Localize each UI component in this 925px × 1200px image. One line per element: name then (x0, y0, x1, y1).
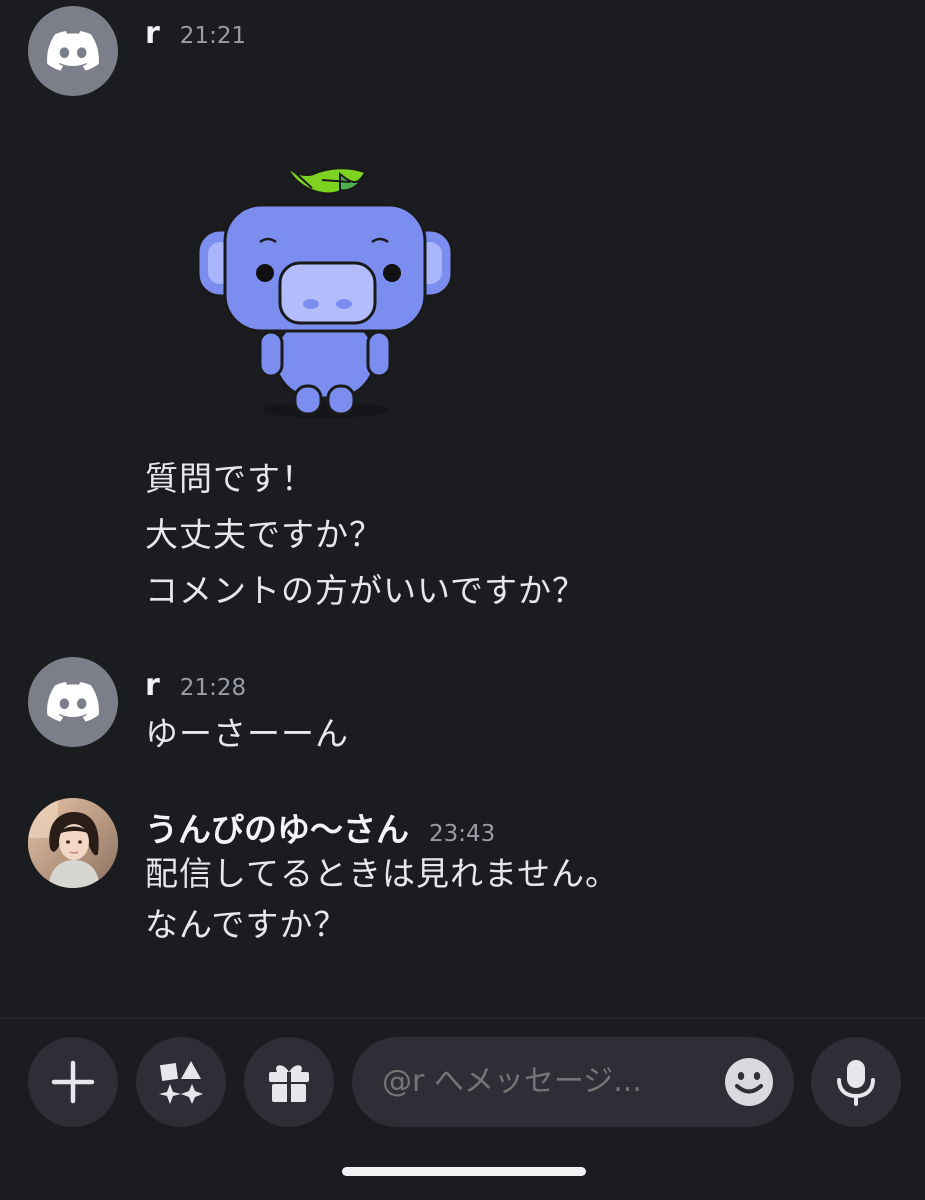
emoji-icon[interactable] (724, 1057, 774, 1107)
message-composer[interactable] (352, 1037, 794, 1127)
username[interactable]: r (145, 16, 160, 51)
avatar[interactable] (28, 657, 118, 747)
message-header: r 21:28 (145, 668, 246, 703)
message-header: r 21:21 (145, 16, 246, 51)
leaf-icon (283, 161, 369, 196)
message-text: 大丈夫ですか？ (145, 515, 383, 554)
timestamp: 21:21 (179, 23, 247, 49)
user-photo-avatar (28, 798, 118, 888)
apps-button[interactable] (136, 1037, 226, 1127)
home-indicator[interactable] (342, 1167, 586, 1176)
username[interactable]: r (145, 668, 160, 703)
discord-logo-icon (47, 682, 99, 722)
message-header: うんぴのゆ〜さん 23:43 (145, 803, 495, 851)
gift-button[interactable] (244, 1037, 334, 1127)
timestamp: 23:43 (429, 821, 496, 847)
username[interactable]: うんぴのゆ〜さん (145, 803, 409, 851)
message-text: ゆーさーーん (145, 714, 349, 753)
message-input[interactable] (382, 1037, 712, 1127)
message-group: r 21:21 質問です！ 大丈夫ですか？ コメントの方がいいですか？ (0, 0, 925, 620)
composer-divider (0, 1018, 925, 1019)
microphone-icon (837, 1060, 875, 1106)
avatar[interactable] (28, 798, 118, 888)
message-text: 配信してるときは見れません。 (145, 854, 620, 893)
avatar[interactable] (28, 6, 118, 96)
plus-icon (51, 1060, 95, 1104)
add-attachment-button[interactable] (28, 1037, 118, 1127)
message-text: 質問です！ (145, 459, 315, 498)
dm-chat-screen: r 21:21 質問です！ 大丈夫ですか？ コメントの方がいいですか？ r 21… (0, 0, 925, 1200)
message-text: コメントの方がいいですか？ (145, 571, 587, 610)
message-text: なんですか？ (145, 905, 348, 944)
wumpus-sticker[interactable] (190, 150, 460, 425)
timestamp: 21:28 (179, 675, 247, 701)
discord-logo-icon (47, 31, 99, 71)
apps-icon (159, 1061, 203, 1104)
voice-message-button[interactable] (811, 1037, 901, 1127)
gift-icon (269, 1065, 309, 1102)
